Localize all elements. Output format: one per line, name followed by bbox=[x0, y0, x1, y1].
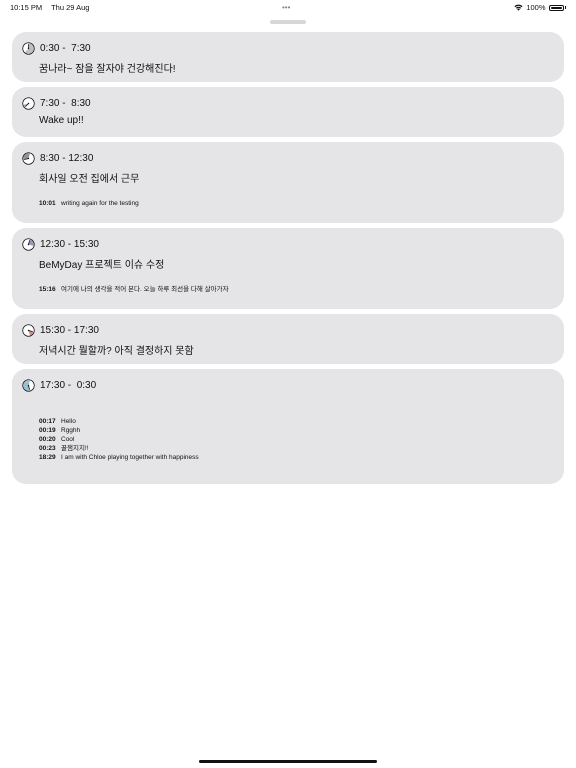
status-bar: 10:15 PM Thu 29 Aug ••• 100% bbox=[0, 0, 576, 14]
status-time: 10:15 PM bbox=[10, 3, 43, 12]
status-left: 10:15 PM Thu 29 Aug bbox=[10, 3, 96, 12]
memo-text: writing again for the testing bbox=[61, 200, 139, 207]
memo-list: 15:16 여기에 나의 생각을 적어 본다. 오늘 하루 최선을 다해 살아가자 bbox=[39, 285, 552, 294]
battery-percent: 100% bbox=[526, 3, 546, 12]
status-date: Thu 29 Aug bbox=[51, 3, 90, 12]
sheet-grabber[interactable] bbox=[270, 20, 306, 24]
memo-row[interactable]: 18:29 I am with Chloe playing together wi… bbox=[39, 453, 552, 462]
memo-time: 00:23 bbox=[39, 445, 56, 452]
multitasking-dots[interactable]: ••• bbox=[282, 3, 290, 12]
memo-text: 꿀잼지지!! bbox=[61, 445, 89, 452]
schedule-title: 회사일 오전 집에서 근무 bbox=[39, 174, 140, 185]
clock-icon bbox=[22, 151, 35, 165]
memo-time: 15:16 bbox=[39, 286, 56, 293]
card-header: 8:30 - 12:30 bbox=[22, 150, 552, 166]
schedule-card-3[interactable]: 12:30 - 15:30 BeMyDay 프로젝트 이슈 수정 15:16 여기… bbox=[12, 228, 564, 309]
card-header: 0:30 - 7:30 bbox=[22, 40, 552, 56]
memo-text: I am with Chloe playing together with ha… bbox=[61, 454, 199, 461]
schedule-card-2[interactable]: 8:30 - 12:30 회사일 오전 집에서 근무 10:01 writing … bbox=[12, 142, 564, 223]
card-header: 7:30 - 8:30 bbox=[22, 95, 552, 111]
wifi-icon bbox=[514, 4, 523, 11]
memo-text: Rgghh bbox=[61, 427, 81, 434]
time-range: 8:30 - 12:30 bbox=[40, 152, 94, 164]
clock-icon bbox=[22, 41, 35, 55]
memo-time: 18:29 bbox=[39, 454, 56, 461]
time-range: 15:30 - 17:30 bbox=[40, 324, 99, 336]
schedule-card-4[interactable]: 15:30 - 17:30 저녁시간 뭘할까? 아직 결정하지 못함 bbox=[12, 314, 564, 364]
memo-row[interactable]: 15:16 여기에 나의 생각을 적어 본다. 오늘 하루 최선을 다해 살아가자 bbox=[39, 285, 552, 294]
schedule-list: 0:30 - 7:30 꿈나라~ 잠을 잘자야 건강해진다! 7:30 - 8:… bbox=[12, 32, 564, 489]
memo-text: Hello bbox=[61, 418, 76, 425]
time-range: 17:30 - 0:30 bbox=[40, 379, 97, 391]
clock-icon bbox=[22, 237, 35, 251]
memo-list: 00:17 Hello 00:19 Rgghh 00:20 Cool 00:23 꿀잼지지!!… bbox=[39, 417, 552, 462]
memo-list: 10:01 writing again for the testing bbox=[39, 199, 552, 208]
status-right: 100% bbox=[514, 3, 566, 12]
memo-text: Cool bbox=[61, 436, 75, 443]
memo-time: 00:19 bbox=[39, 427, 56, 434]
card-header: 12:30 - 15:30 bbox=[22, 236, 552, 252]
schedule-card-5[interactable]: 17:30 - 0:30 00:17 Hello 00:19 Rgghh 00:20 Co… bbox=[12, 369, 564, 484]
schedule-title: 꿈나라~ 잠을 잘자야 건강해진다! bbox=[39, 64, 176, 75]
memo-row[interactable]: 10:01 writing again for the testing bbox=[39, 199, 552, 208]
battery-tip bbox=[564, 6, 566, 9]
schedule-title: 저녁시간 뭘할까? 아직 결정하지 못함 bbox=[39, 346, 194, 357]
card-header: 17:30 - 0:30 bbox=[22, 377, 552, 393]
clock-icon bbox=[22, 323, 35, 337]
time-range: 12:30 - 15:30 bbox=[40, 238, 99, 250]
card-header: 15:30 - 17:30 bbox=[22, 322, 552, 338]
memo-text: 여기에 나의 생각을 적어 본다. 오늘 하루 최선을 다해 살아가자 bbox=[61, 286, 229, 293]
memo-row[interactable]: 00:19 Rgghh bbox=[39, 426, 552, 435]
schedule-title: Wake up!! bbox=[39, 115, 84, 126]
clock-icon bbox=[22, 378, 35, 392]
clock-icon bbox=[22, 96, 35, 110]
time-range: 7:30 - 8:30 bbox=[40, 97, 91, 109]
schedule-card-1[interactable]: 7:30 - 8:30 Wake up!! bbox=[12, 87, 564, 137]
memo-time: 00:17 bbox=[39, 418, 56, 425]
memo-time: 00:20 bbox=[39, 436, 56, 443]
home-indicator[interactable] bbox=[199, 760, 377, 763]
memo-row[interactable]: 00:20 Cool bbox=[39, 435, 552, 444]
memo-row[interactable]: 00:23 꿀잼지지!! bbox=[39, 444, 552, 453]
schedule-title: BeMyDay 프로젝트 이슈 수정 bbox=[39, 260, 165, 271]
memo-row[interactable]: 00:17 Hello bbox=[39, 417, 552, 426]
schedule-card-0[interactable]: 0:30 - 7:30 꿈나라~ 잠을 잘자야 건강해진다! bbox=[12, 32, 564, 82]
battery-icon bbox=[548, 4, 564, 11]
time-range: 0:30 - 7:30 bbox=[40, 42, 91, 54]
memo-time: 10:01 bbox=[39, 200, 56, 207]
